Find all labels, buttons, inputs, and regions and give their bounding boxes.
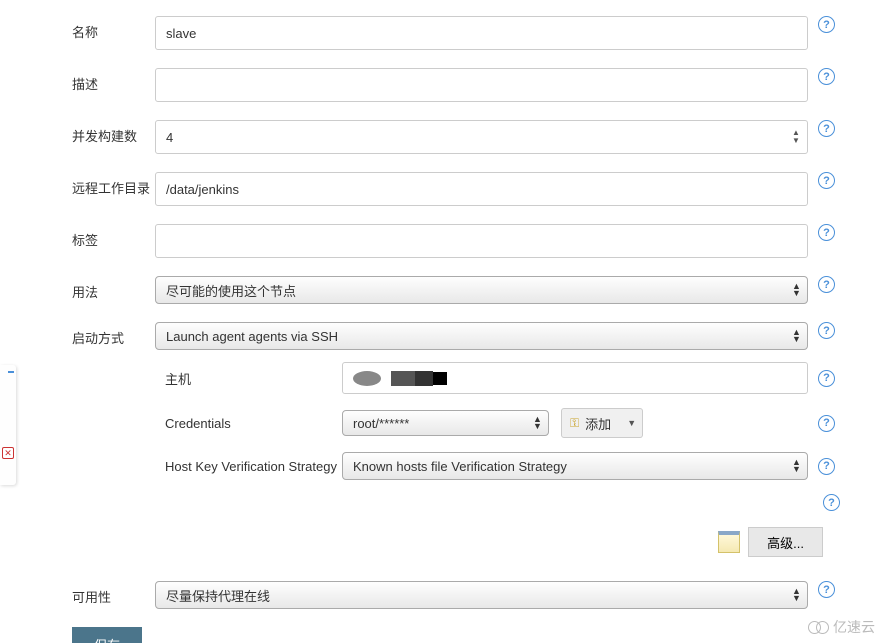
help-icon[interactable]: ? (818, 370, 835, 387)
watermark: 亿速云 (808, 617, 875, 637)
help-icon[interactable]: ? (818, 120, 835, 137)
save-button[interactable]: 保存 (72, 627, 142, 643)
host-input[interactable] (342, 362, 808, 394)
help-icon[interactable]: ? (818, 458, 835, 475)
add-button-label: 添加 (585, 414, 611, 433)
select-arrows-icon: ▲▼ (792, 588, 800, 602)
watermark-text: 亿速云 (833, 617, 875, 637)
redacted-text (391, 371, 415, 386)
credentials-select[interactable]: root/****** (342, 410, 549, 436)
usage-label: 用法 (72, 276, 155, 301)
node-config-form: 名称 ? 描述 ? 并发构建数 ▲▼ ? 远程工作目录 ? 标签 (0, 0, 885, 643)
number-spinner-icon[interactable]: ▲▼ (792, 128, 802, 146)
side-panel-strip: ✕ (0, 365, 16, 485)
credentials-label: Credentials (165, 416, 342, 431)
host-label: 主机 (165, 369, 342, 388)
advanced-button[interactable]: 高级... (748, 527, 823, 557)
redacted-text (433, 372, 447, 385)
host-key-label: Host Key Verification Strategy (165, 459, 342, 474)
availability-label: 可用性 (72, 581, 155, 606)
close-icon[interactable]: ✕ (2, 447, 14, 459)
help-icon[interactable]: ? (818, 68, 835, 85)
notepad-icon (718, 531, 740, 553)
launch-method-label: 启动方式 (72, 322, 155, 347)
select-arrows-icon: ▲▼ (533, 416, 541, 430)
help-icon[interactable]: ? (818, 276, 835, 293)
help-icon[interactable]: ? (823, 494, 840, 511)
add-credentials-button[interactable]: ⚿ 添加 (561, 408, 622, 438)
help-icon[interactable]: ? (818, 16, 835, 33)
remote-root-input[interactable] (155, 172, 808, 206)
executors-label: 并发构建数 (72, 120, 155, 145)
help-icon[interactable]: ? (818, 172, 835, 189)
credentials-selected-text: root/****** (353, 416, 409, 431)
host-key-select[interactable]: Known hosts file Verification Strategy (342, 452, 808, 480)
help-icon[interactable]: ? (818, 415, 835, 432)
select-arrows-icon: ▲▼ (792, 283, 800, 297)
help-icon[interactable]: ? (818, 322, 835, 339)
select-arrows-icon: ▲▼ (792, 459, 800, 473)
redacted-text (353, 371, 381, 386)
redacted-text (415, 371, 433, 386)
add-dropdown-toggle[interactable]: ▼ (621, 408, 643, 438)
executors-input[interactable] (155, 120, 808, 154)
usage-select[interactable]: 尽可能的使用这个节点 (155, 276, 808, 304)
description-label: 描述 (72, 68, 155, 93)
remote-root-label: 远程工作目录 (72, 172, 155, 197)
help-icon[interactable]: ? (818, 581, 835, 598)
labels-input[interactable] (155, 224, 808, 258)
select-arrows-icon: ▲▼ (792, 329, 800, 343)
availability-selected-text: 尽量保持代理在线 (166, 586, 270, 605)
name-input[interactable] (155, 16, 808, 50)
name-label: 名称 (72, 16, 155, 41)
host-key-selected-text: Known hosts file Verification Strategy (353, 459, 567, 474)
help-icon[interactable]: ? (818, 224, 835, 241)
labels-label: 标签 (72, 224, 155, 249)
usage-selected-text: 尽可能的使用这个节点 (166, 281, 296, 300)
availability-select[interactable]: 尽量保持代理在线 (155, 581, 808, 609)
key-icon: ⚿ (570, 416, 579, 431)
launch-method-select[interactable]: Launch agent agents via SSH (155, 322, 808, 350)
description-input[interactable] (155, 68, 808, 102)
watermark-logo-icon (808, 621, 829, 634)
page-scroll[interactable]: 名称 ? 描述 ? 并发构建数 ▲▼ ? 远程工作目录 ? 标签 (0, 0, 885, 643)
launch-method-selected-text: Launch agent agents via SSH (166, 329, 338, 344)
